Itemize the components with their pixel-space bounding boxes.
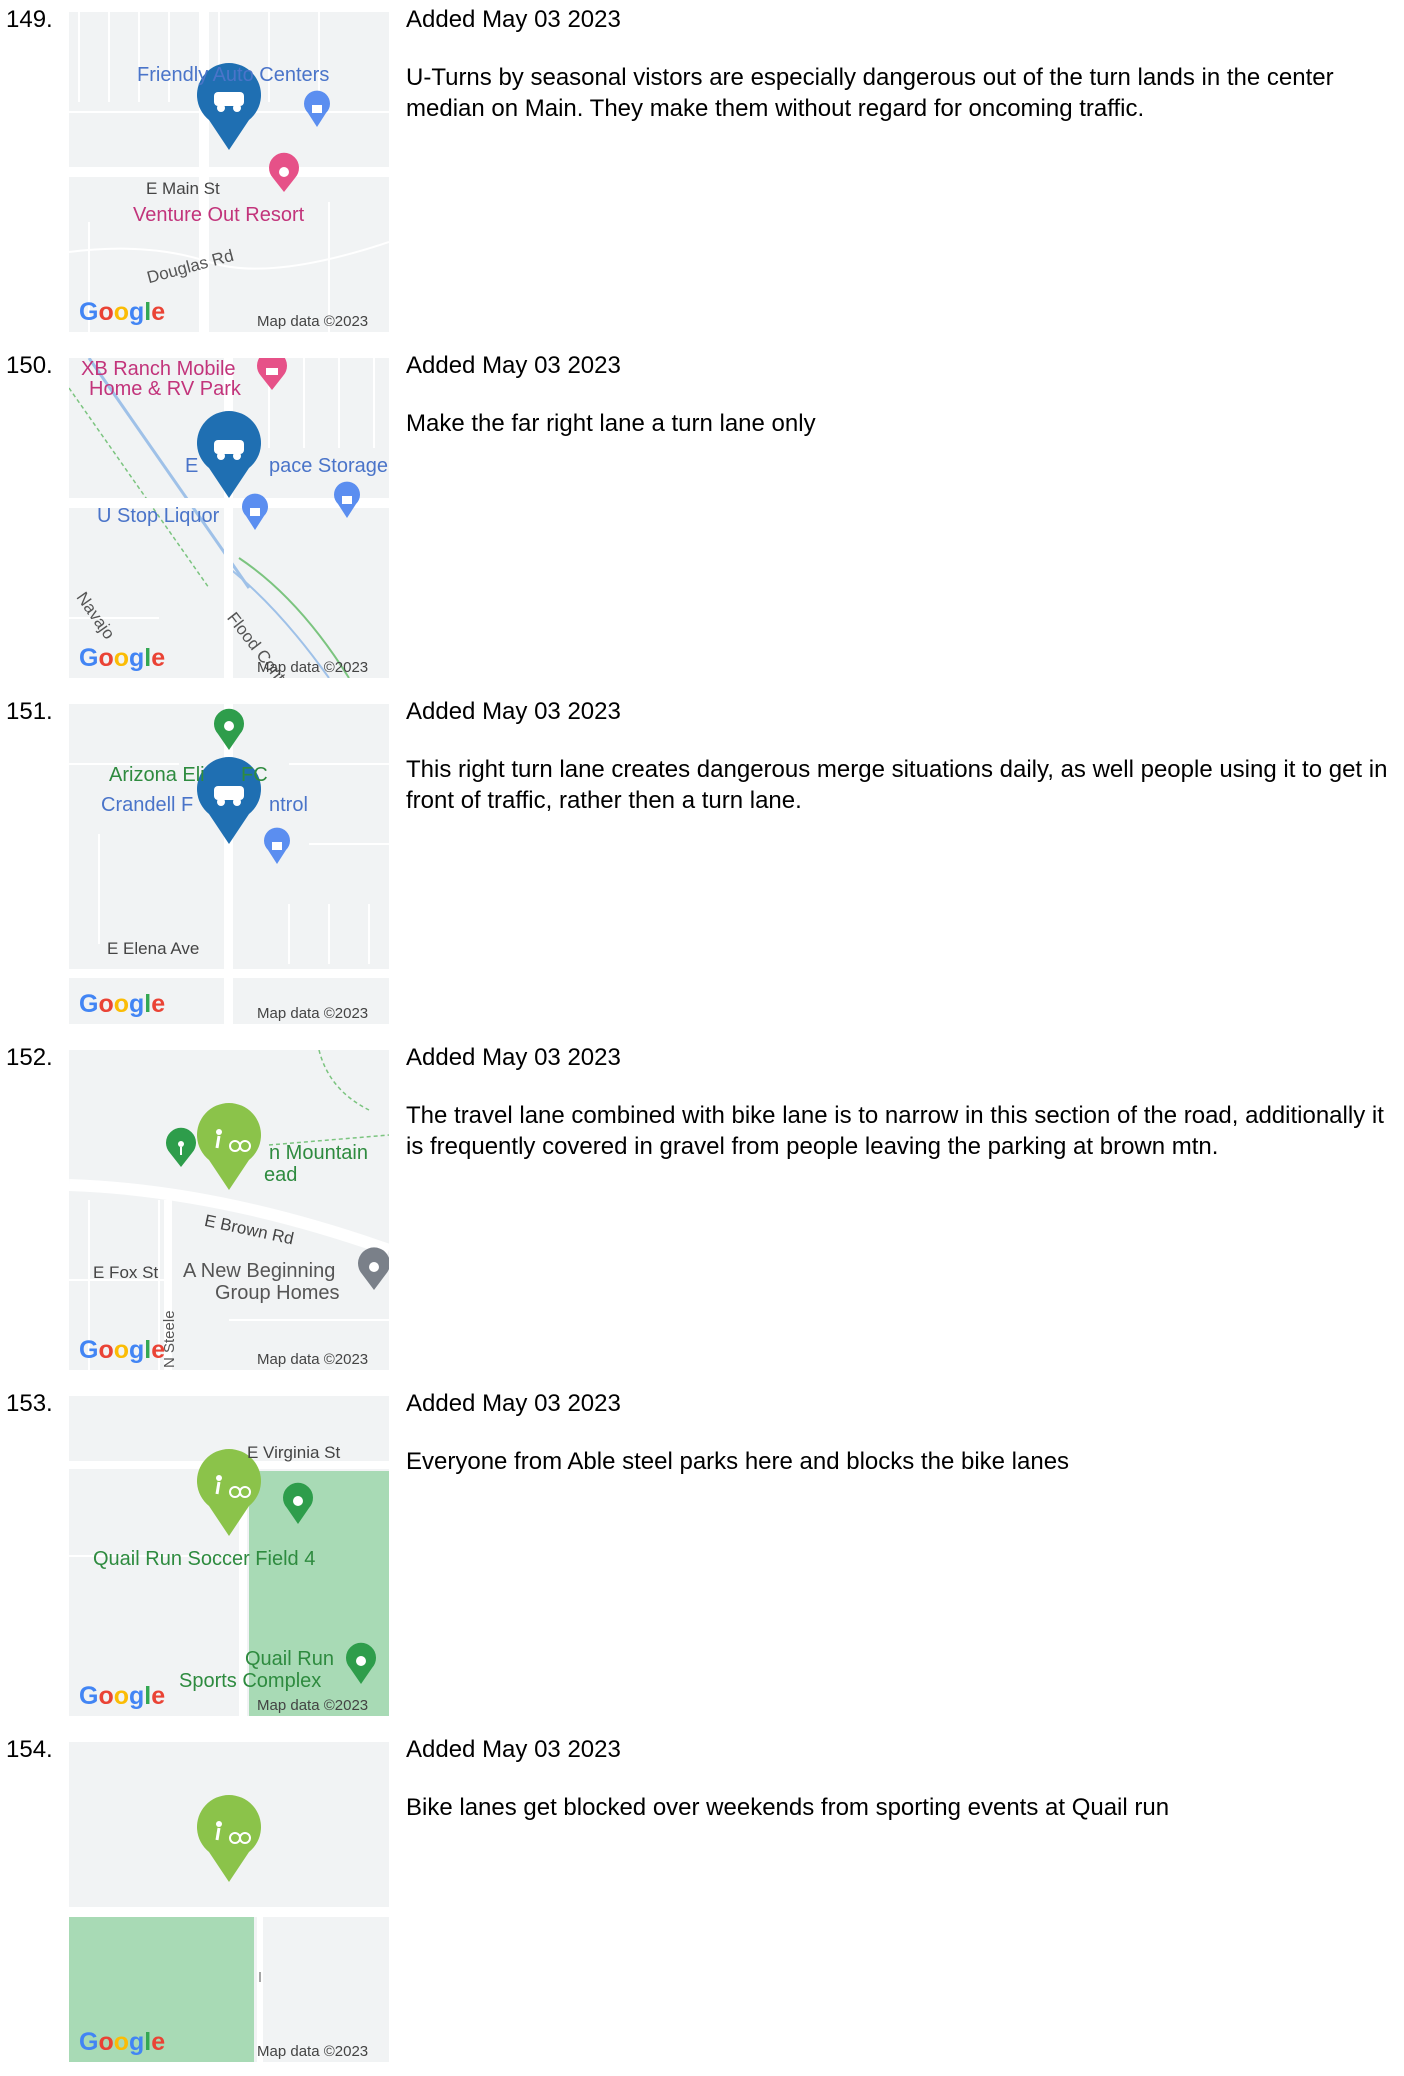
google-logo: Google (79, 1682, 166, 1710)
map-label: E Fox St (93, 1263, 159, 1282)
map-streets (69, 12, 389, 332)
comment-text: The travel lane combined with bike lane … (406, 1102, 1384, 1160)
entry-number: 153. (6, 1390, 53, 1417)
google-logo: Google (79, 1336, 166, 1364)
shopping-icon (334, 481, 360, 518)
google-logo: Google (79, 990, 166, 1018)
map-label: Venture Out Resort (133, 204, 305, 226)
map-label: FC (241, 764, 268, 786)
added-date: Added May 03 2023 (406, 1390, 621, 1417)
map-thumbnail[interactable]: Google Map data ©2023 (69, 1742, 389, 2062)
map-label: XB Ranch Mobile (81, 358, 236, 380)
map-attribution: Map data ©2023 (257, 1351, 369, 1368)
map-label: Quail Run (245, 1648, 334, 1670)
added-date: Added May 03 2023 (406, 352, 621, 379)
added-date: Added May 03 2023 (406, 6, 621, 33)
map-label: E (185, 455, 199, 477)
added-date: Added May 03 2023 (406, 1044, 621, 1071)
comment-text: Everyone from Able steel parks here and … (406, 1448, 1070, 1475)
pin-marker (197, 1103, 261, 1190)
map-thumbnail[interactable]: Friendly Auto Centers E Main St Venture … (69, 12, 389, 332)
entry-number: 149. (6, 6, 53, 33)
map-label: n Mountain (269, 1142, 368, 1164)
map-label: Friendly Auto Centers (137, 64, 330, 86)
hiking-icon (166, 1127, 196, 1167)
entry-number: 152. (6, 1044, 53, 1071)
map-label: ntrol (269, 794, 308, 816)
comment-text: This right turn lane creates dangerous m… (406, 756, 1388, 814)
map-streets (69, 1795, 389, 2062)
google-logo: Google (79, 2028, 166, 2056)
map-label: Group Homes (215, 1282, 340, 1304)
entry-number: 150. (6, 352, 53, 379)
shopping-icon (304, 90, 330, 127)
map-label: ead (264, 1164, 298, 1186)
map-label: E Virginia St (247, 1443, 341, 1462)
map-label: E Main St (146, 179, 220, 198)
map-label: pace Storage (269, 455, 388, 477)
added-date: Added May 03 2023 (406, 698, 621, 725)
map-attribution: Map data ©2023 (257, 2043, 369, 2060)
shopping-icon (242, 493, 268, 530)
map-label: A New Beginning (183, 1260, 336, 1282)
map-label: U Stop Liquor (97, 505, 220, 527)
google-logo: Google (79, 644, 166, 672)
map-streets (69, 1050, 389, 1370)
shopping-icon (264, 827, 290, 864)
google-logo: Google (79, 298, 166, 326)
entry-151: 151. Arizona Eli FC Crandell F ntrol E E… (0, 692, 1404, 1038)
entry-number: 151. (6, 698, 53, 725)
place-pin-icon (358, 1247, 389, 1290)
food-icon (269, 152, 299, 192)
map-thumbnail[interactable]: n Mountain ead E Brown Rd E Fox St A New… (69, 1050, 389, 1370)
map-thumbnail[interactable]: XB Ranch Mobile Home & RV Park E pace St… (69, 358, 389, 678)
entry-149: 149. Friendly Auto Centers E Main St Ven… (0, 0, 1404, 346)
entry-number: 154. (6, 1736, 53, 1763)
map-label: Crandell F (101, 794, 194, 816)
pin-marker (197, 1795, 261, 1882)
entry-150: 150. XB Ranch Mobile Home & RV Park E pa… (0, 346, 1404, 692)
map-thumbnail[interactable]: Arizona Eli FC Crandell F ntrol E Elena … (69, 704, 389, 1024)
map-label: Quail Run Soccer Field 4 (93, 1548, 316, 1570)
comment-text: Bike lanes get blocked over weekends fro… (406, 1794, 1170, 1821)
entry-152: 152. n Mountain ead E Brown Rd E Fox St … (0, 1038, 1404, 1384)
map-streets (69, 704, 389, 1024)
added-date: Added May 03 2023 (406, 1736, 621, 1763)
map-attribution: Map data ©2023 (257, 1005, 369, 1022)
map-attribution: Map data ©2023 (257, 313, 369, 330)
map-label: Home & RV Park (89, 378, 241, 400)
comment-text: U-Turns by seasonal vistors are especial… (406, 64, 1334, 122)
map-label: E Elena Ave (107, 939, 200, 958)
comment-text: Make the far right lane a turn lane only (406, 410, 816, 437)
map-label: Sports Complex (179, 1670, 322, 1692)
park-pin-icon (214, 708, 244, 750)
map-attribution: Map data ©2023 (257, 1697, 369, 1714)
entry-154: 154. Google Map data ©2023 Added May 03 … (0, 1730, 1404, 2076)
map-thumbnail[interactable]: E Virginia St Quail Run Soccer Field 4 Q… (69, 1396, 389, 1716)
entry-153: 153. E Virginia St Quail Run Soccer Fiel… (0, 1384, 1404, 1730)
lodging-icon (257, 358, 287, 390)
map-attribution: Map data ©2023 (257, 659, 369, 676)
map-label: Arizona Eli (109, 764, 205, 786)
pin-marker (197, 411, 261, 498)
